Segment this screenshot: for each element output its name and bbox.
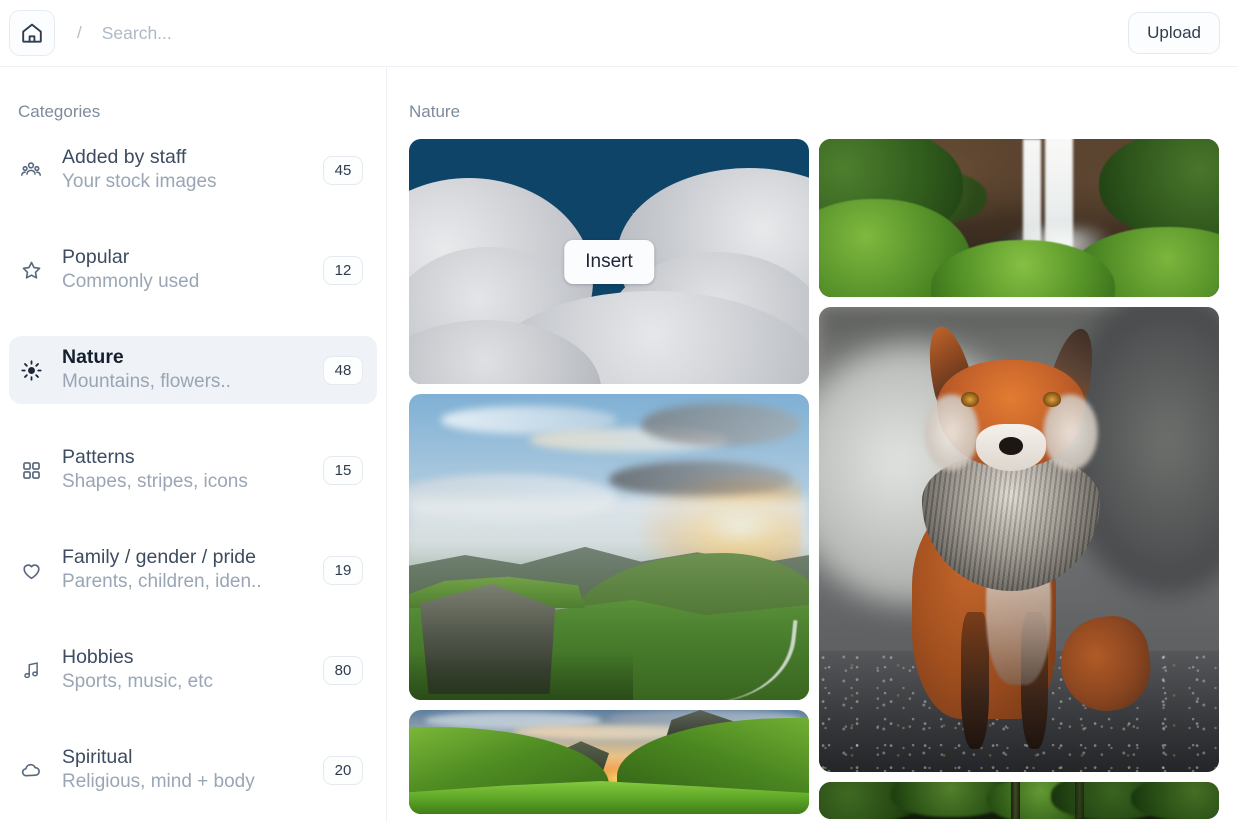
star-icon [18,257,44,283]
sidebar-item-count-badge: 19 [323,555,363,585]
image-tile-mountain-sunset[interactable] [409,394,809,700]
sidebar-item-description: Parents, children, iden.. [62,571,262,593]
sidebar-item-label: Patterns [62,446,135,469]
fox-eye [961,391,979,408]
sidebar-item-text: Spiritual Religious, mind + body [62,745,305,795]
sidebar-item-count-badge: 48 [323,355,363,385]
image-tile-green-valley-sunset[interactable] [409,710,809,814]
image-grid-column-left: Insert [409,139,809,819]
sidebar-item-label: Hobbies [62,646,134,669]
upload-button[interactable]: Upload [1128,12,1220,54]
sidebar-item-text: Patterns Shapes, stripes, icons [62,445,305,495]
fox-leg [961,612,989,750]
users-group-icon [18,157,44,183]
breadcrumb-separator: / [77,23,82,42]
sidebar-item-count-badge: 20 [323,755,363,785]
image-tile-dark-forest-canopy[interactable] [819,782,1219,819]
sidebar-item-popular[interactable]: Popular Commonly used 12 [9,236,377,304]
fox-eye [1043,391,1061,408]
canopy-clump [1131,782,1219,819]
app-body: Categories Added by staff Your stock ima… [0,67,1238,822]
app-header: / Upload [0,0,1238,67]
sidebar-item-family-gender-pride[interactable]: Family / gender / pride Parents, childre… [9,536,377,604]
home-button[interactable] [9,10,55,56]
mist-layer [409,498,809,560]
sidebar-item-added-by-staff[interactable]: Added by staff Your stock images 45 [9,136,377,204]
home-icon [20,21,44,45]
cloud-band [641,403,801,446]
search-input[interactable] [101,22,1129,44]
sidebar-item-count-badge: 15 [323,455,363,485]
sidebar-item-description: Shapes, stripes, icons [62,471,248,493]
sidebar-item-hobbies[interactable]: Hobbies Sports, music, etc 80 [9,636,377,704]
image-grid: Insert [409,139,1220,819]
sidebar-item-nature[interactable]: Nature Mountains, flowers.. 48 [9,336,377,404]
sidebar-item-text: Popular Commonly used [62,245,305,295]
sidebar-item-description: Sports, music, etc [62,671,213,693]
sidebar-item-count-badge: 45 [323,155,363,185]
sidebar-item-text: Nature Mountains, flowers.. [62,345,305,395]
categories-sidebar: Categories Added by staff Your stock ima… [0,67,387,822]
sidebar-item-text: Added by staff Your stock images [62,145,305,195]
music-note-icon [18,657,44,683]
sidebar-item-patterns[interactable]: Patterns Shapes, stripes, icons 15 [9,436,377,504]
results-title: Nature [409,102,461,121]
foreground-shadow [409,651,633,700]
image-tile-night-clouds-moon[interactable]: Insert [409,139,809,384]
sidebar-item-spiritual[interactable]: Spiritual Religious, mind + body 20 [9,736,377,804]
image-grid-column-right [819,139,1219,819]
sun-icon [18,357,44,383]
fox-figure [887,322,1156,754]
dark-forest-canopy-image [819,782,1219,819]
insert-button[interactable]: Insert [564,239,654,284]
grid-icon [18,457,44,483]
waterfall-forest-image [819,139,1219,297]
sidebar-item-description: Your stock images [62,171,217,193]
mountain-sunset-image [409,394,809,700]
tree-trunk [1075,782,1084,819]
sidebar-item-description: Religious, mind + body [62,771,255,793]
sidebar-item-description: Commonly used [62,271,200,293]
sidebar-item-count-badge: 12 [323,255,363,285]
sidebar-item-label: Added by staff [62,146,187,169]
sidebar-item-count-badge: 80 [323,655,363,685]
image-picker-app: / Upload Categories Added by staff Your … [0,0,1238,822]
cloud-icon [18,757,44,783]
green-valley-sunset-image [409,710,809,814]
image-tile-red-fox[interactable] [819,307,1219,772]
fox-nose [998,436,1024,455]
tree-trunk [1011,782,1020,819]
sidebar-item-label: Popular [62,246,130,269]
sidebar-item-label: Spiritual [62,746,133,769]
image-tile-waterfall-forest[interactable] [819,139,1219,297]
heart-icon [18,557,44,583]
sidebar-item-text: Family / gender / pride Parents, childre… [62,545,305,595]
sidebar-item-label: Nature [62,346,124,369]
sidebar-item-text: Hobbies Sports, music, etc [62,645,305,695]
image-results-panel: Nature Insert [387,67,1238,822]
sidebar-item-label: Family / gender / pride [62,546,257,569]
red-fox-image [819,307,1219,772]
sidebar-item-description: Mountains, flowers.. [62,371,231,393]
cloud-band [609,461,793,499]
sidebar-title: Categories [18,102,101,121]
